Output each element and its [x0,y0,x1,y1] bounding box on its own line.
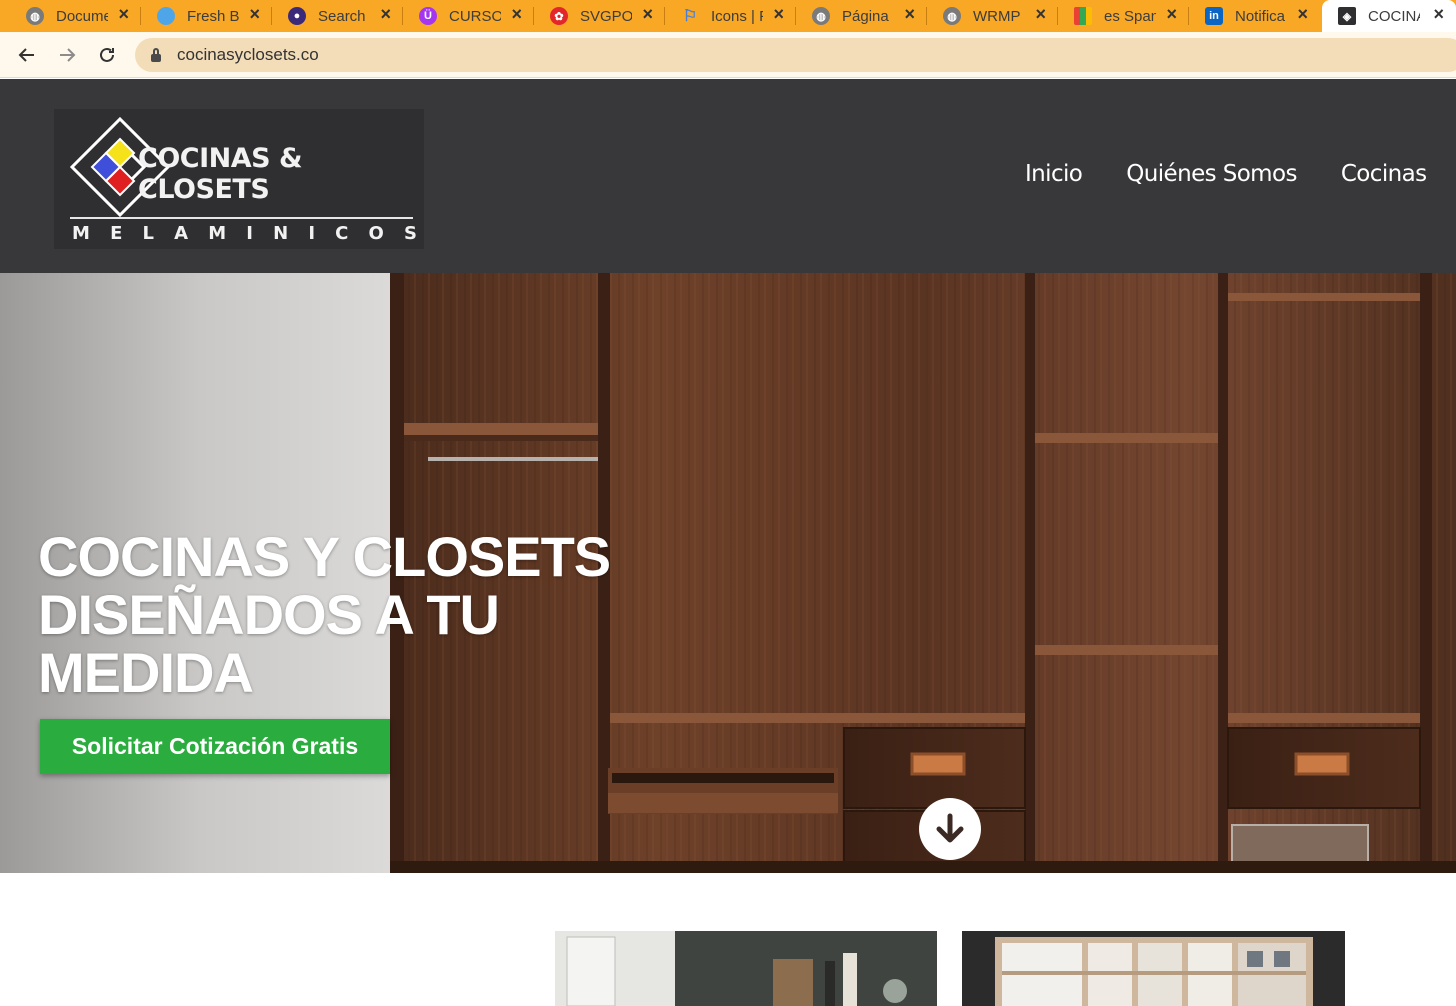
close-icon[interactable]: × [773,4,784,25]
scroll-down-button[interactable] [919,798,981,860]
browser-tab[interactable]: ◍ Página × [796,0,927,32]
site-header: COCINAS & CLOSETS M E L A M I N I C O S … [0,79,1456,273]
hero-title-line: DISEÑADOS A TU [38,583,500,646]
hero-title: COCINAS Y CLOSETS DISEÑADOS A TU MEDIDA [38,525,611,704]
close-icon[interactable]: × [642,4,653,25]
browser-tab[interactable]: ● Search × [272,0,403,32]
main-nav: Inicio Quiénes Somos Cocinas [1025,161,1456,187]
address-bar[interactable]: cocinasyclosets.co [135,38,1456,72]
logo-letter: I [308,223,316,244]
browser-tab[interactable]: ◍ Docume × [10,0,141,32]
hero-title-line: COCINAS Y CLOSETS [38,525,611,588]
request-quote-button[interactable]: Solicitar Cotización Gratis [40,719,390,774]
linkedin-icon: in [1205,7,1223,25]
logo-letter: E [110,223,123,244]
color-grid-icon [1074,7,1092,25]
logo-letter: M [72,223,90,244]
freshworks-icon [157,7,175,25]
logo-letter: C [335,223,349,244]
browser-tab[interactable]: ◍ WRMP × [927,0,1058,32]
svgporn-icon: ✿ [550,7,568,25]
close-icon[interactable]: × [380,4,391,25]
tab-title: COCINA [1368,7,1420,25]
tab-title: Search [318,7,366,25]
browser-tab[interactable]: in Notifica × [1189,0,1320,32]
logo-divider [70,217,413,219]
nav-link-inicio[interactable]: Inicio [1025,161,1083,187]
hero-section: COCINAS Y CLOSETS DISEÑADOS A TU MEDIDA … [0,273,1456,873]
search-app-icon: ● [288,7,306,25]
content-section [0,873,1456,1006]
close-icon[interactable]: × [904,4,915,25]
globe-icon: ◍ [943,7,961,25]
logo-subtitle: M E L A M I N I C O S [72,223,417,244]
close-icon[interactable]: × [118,4,129,25]
tab-title: WRMP [973,7,1021,25]
arrow-down-icon [936,813,964,843]
logo-letter: I [246,223,253,244]
tab-title: Icons | F [711,7,763,25]
close-icon[interactable]: × [1166,4,1177,25]
browser-toolbar: cocinasyclosets.co [0,32,1456,78]
tab-title: Fresh B [187,7,239,25]
logo-letter: O [368,223,384,244]
tab-title: CURSO [449,7,501,25]
udemy-icon: Ü [419,7,437,25]
browser-tab-bar: ◍ Docume × Fresh B × ● Search × Ü CURSO … [0,0,1456,32]
forward-arrow-icon[interactable] [53,41,81,69]
logo-letter: S [403,223,417,244]
tab-title: es Span [1104,7,1156,25]
kitchen-thumbnail-image[interactable] [555,931,937,1006]
site-logo[interactable]: COCINAS & CLOSETS M E L A M I N I C O S [54,109,424,249]
logo-letter: N [273,223,289,244]
browser-tab[interactable]: es Span × [1058,0,1189,32]
close-icon[interactable]: × [1297,4,1308,25]
hero-title-line: MEDIDA [38,641,254,704]
nav-link-quienes-somos[interactable]: Quiénes Somos [1126,161,1297,187]
close-icon[interactable]: × [249,4,260,25]
browser-tab[interactable]: Fresh B × [141,0,272,32]
globe-icon: ◍ [812,7,830,25]
cocinas-logo-icon: ◈ [1338,7,1356,25]
back-arrow-icon[interactable] [13,41,41,69]
tab-title: Docume [56,7,108,25]
reload-icon[interactable] [93,41,121,69]
browser-tab-active[interactable]: ◈ COCINA × [1322,0,1456,32]
close-icon[interactable]: × [1433,4,1444,25]
browser-tab[interactable]: Ü CURSO × [403,0,534,32]
logo-letter: M [208,223,227,244]
browser-tab[interactable]: ⚐ Icons | F × [665,0,796,32]
lock-icon[interactable] [151,47,161,62]
close-icon[interactable]: × [1035,4,1046,25]
closet-thumbnail-image[interactable] [962,931,1345,1006]
close-icon[interactable]: × [511,4,522,25]
globe-icon: ◍ [26,7,44,25]
tab-title: SVGPO [580,7,632,25]
logo-letter: A [174,223,189,244]
nav-link-cocinas[interactable]: Cocinas [1341,161,1427,187]
logo-title: COCINAS & CLOSETS [138,143,303,205]
browser-tab[interactable]: ✿ SVGPO × [534,0,665,32]
tab-title: Notifica [1235,7,1286,25]
url-text[interactable]: cocinasyclosets.co [177,45,319,65]
tab-title: Página [842,7,889,25]
logo-letter: L [142,223,154,244]
flag-icon: ⚐ [682,8,698,25]
